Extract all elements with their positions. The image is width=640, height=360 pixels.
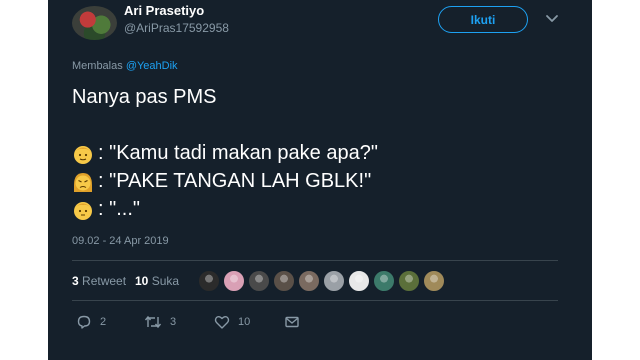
retweet-icon (144, 315, 162, 329)
message-action[interactable] (284, 314, 300, 330)
envelope-icon (285, 316, 299, 328)
retweet-stat-label: Retweet (82, 274, 127, 288)
display-name[interactable]: Ari Prasetiyo (124, 3, 204, 18)
liker-avatar[interactable] (323, 270, 345, 292)
like-count: 10 (238, 316, 251, 328)
liker-avatar[interactable] (198, 270, 220, 292)
user-handle[interactable]: @AriPras17592958 (124, 21, 229, 35)
retweet-stat-count: 3 (72, 274, 79, 288)
divider (72, 300, 558, 301)
like-stat-label: Suka (151, 274, 180, 288)
liker-avatar[interactable] (348, 270, 370, 292)
liker-avatar[interactable] (373, 270, 395, 292)
divider (72, 260, 558, 261)
liker-avatar[interactable] (248, 270, 270, 292)
retweet-action[interactable]: 3 (144, 314, 176, 330)
tweet-text-line-2: : "Kamu tadi makan pake apa?" (98, 142, 378, 164)
like-stat-count: 10 (135, 274, 149, 288)
retweet-stat[interactable]: 3 Retweet (72, 274, 126, 288)
tweet-text-line-4: : "..." (98, 198, 140, 220)
liker-avatar[interactable] (398, 270, 420, 292)
retweet-count: 3 (170, 316, 177, 328)
liker-avatar[interactable] (423, 270, 445, 292)
reply-icon (77, 315, 91, 329)
avatar[interactable] (72, 6, 117, 40)
reply-context: Membalas @YeahDik (72, 60, 178, 72)
liker-avatar[interactable] (223, 270, 245, 292)
like-stat[interactable]: 10 Suka (135, 274, 179, 288)
reply-count: 2 (100, 316, 107, 328)
chevron-down-icon[interactable] (544, 10, 560, 26)
tweet-timestamp[interactable]: 09.02 - 24 Apr 2019 (72, 235, 169, 247)
man-emoji (74, 146, 92, 164)
tweet-text-line-1: Nanya pas PMS (72, 86, 217, 108)
tweet-text-line-3: : "PAKE TANGAN LAH GBLK!" (98, 170, 372, 192)
reply-prefix: Membalas (72, 60, 123, 72)
reply-action[interactable]: 2 (76, 314, 106, 330)
follow-button[interactable]: Ikuti (438, 6, 528, 33)
liker-avatar[interactable] (298, 270, 320, 292)
angry-woman-emoji (74, 173, 92, 192)
tweet-card: Ari Prasetiyo @AriPras17592958 Ikuti Mem… (48, 0, 592, 360)
reply-mention-link[interactable]: @YeahDik (126, 60, 178, 72)
man-emoji (74, 202, 92, 220)
heart-icon (214, 316, 230, 329)
like-action[interactable]: 10 (214, 314, 250, 330)
liker-avatar[interactable] (273, 270, 295, 292)
